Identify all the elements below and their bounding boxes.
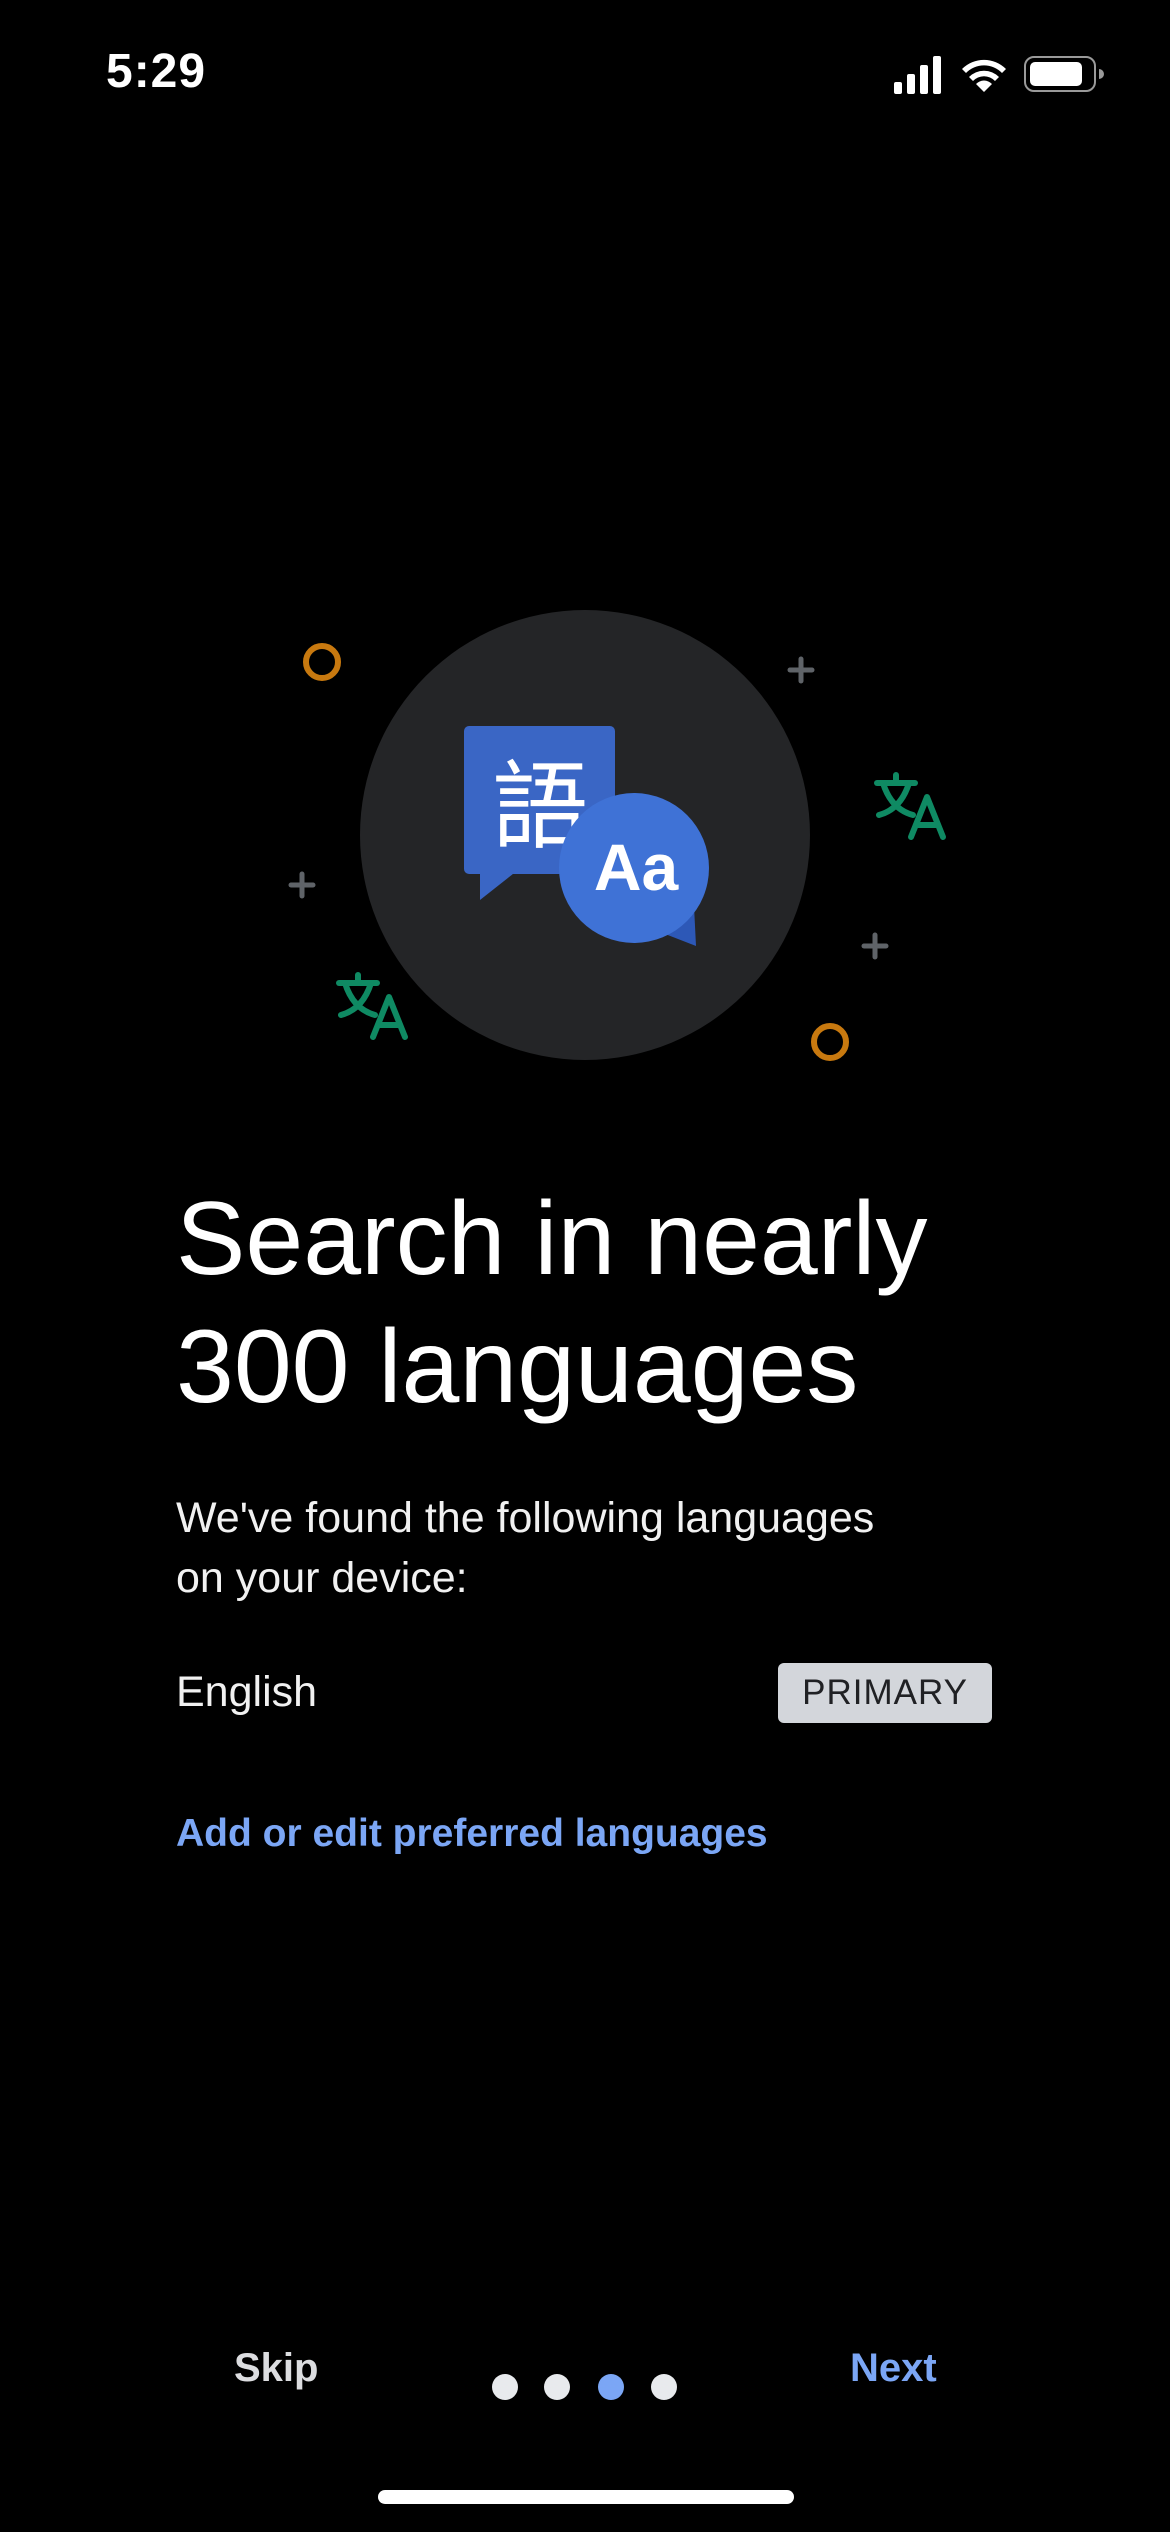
plus-icon [787,656,815,684]
wifi-icon [962,59,1006,92]
subtitle-line-1: We've found the following languages [176,1494,875,1542]
skip-button[interactable]: Skip [234,2346,318,2391]
next-button[interactable]: Next [850,2346,937,2391]
translate-icon [336,972,408,1040]
page-indicator [492,2374,682,2404]
headline-line-1: Search in nearly [176,1181,928,1297]
edit-languages-link[interactable]: Add or edit preferred languages [176,1812,768,1856]
subtitle-line-2: on your device: [176,1554,468,1602]
plus-icon [288,871,316,899]
language-row: English PRIMARY [176,1660,992,1723]
status-icons [894,52,1114,96]
page-title: Search in nearly 300 languages [176,1175,1076,1431]
headline-line-2: 300 languages [176,1309,859,1425]
language-name: English [176,1668,318,1716]
status-bar: 5:29 [0,0,1170,150]
subtitle: We've found the following languages on y… [176,1488,996,1608]
language-illustration: 語 Aa [0,560,1170,1100]
cellular-signal-icon [894,56,941,94]
translate-icon [874,772,946,840]
orange-ring-top-left [303,643,341,681]
latin-text: Aa [594,830,680,904]
primary-badge: PRIMARY [778,1663,992,1723]
page-dot-4[interactable] [651,2374,677,2400]
page-dot-1[interactable] [492,2374,518,2400]
page-dot-3-active[interactable] [598,2374,624,2400]
home-indicator[interactable] [378,2490,794,2504]
onboarding-nav: Skip Next [0,2330,1170,2410]
status-time: 5:29 [106,45,207,98]
orange-ring-bottom-right [811,1023,849,1061]
page-dot-2[interactable] [544,2374,570,2400]
battery-icon [1024,56,1104,92]
plus-icon [861,932,889,960]
